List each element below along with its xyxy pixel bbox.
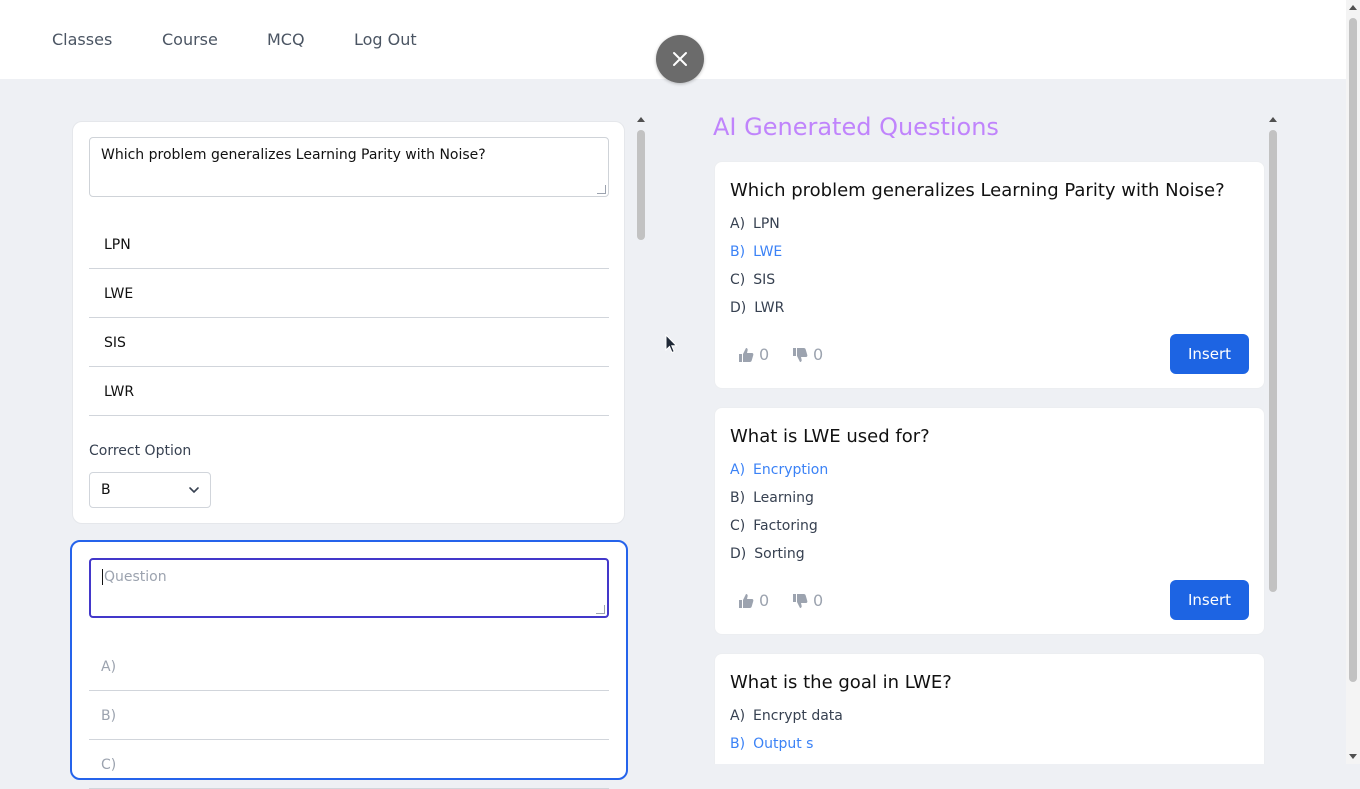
dislike-count: 0: [813, 345, 824, 364]
ai-option: D) Sorting: [730, 546, 805, 562]
left-panel-scrollbar[interactable]: [635, 112, 649, 764]
mouse-pointer-icon: [665, 334, 678, 354]
question-placeholder: Question: [104, 569, 167, 585]
insert-button[interactable]: Insert: [1170, 580, 1249, 620]
scroll-up-arrow-icon[interactable]: [637, 117, 645, 122]
option-field-d[interactable]: LWR: [89, 368, 609, 416]
new-question-textarea[interactable]: Question: [89, 558, 609, 618]
ai-option: D) LWR: [730, 300, 785, 316]
chevron-down-icon: [189, 487, 199, 494]
new-option-field-a[interactable]: A): [89, 643, 609, 691]
scroll-up-arrow-icon[interactable]: [1349, 5, 1357, 10]
ai-option-correct: A) Encryption: [730, 462, 829, 478]
nav-mcq[interactable]: MCQ: [267, 30, 305, 50]
text-caret: [102, 569, 103, 585]
thumbs-up-icon: [739, 347, 754, 362]
option-field-b[interactable]: LWE: [89, 270, 609, 318]
dislike-count: 0: [813, 591, 824, 610]
close-button[interactable]: [656, 35, 704, 83]
ai-question-card: Which problem generalizes Learning Parit…: [714, 161, 1265, 389]
ai-question-card: What is LWE used for? A) Encryption B) Lea…: [714, 407, 1265, 635]
ai-question-title: Which problem generalizes Learning Parit…: [730, 180, 1225, 201]
ai-question-title: What is the goal in LWE?: [730, 672, 952, 693]
dislike-button[interactable]: 0: [792, 591, 823, 610]
scrollbar-thumb[interactable]: [637, 130, 645, 240]
new-option-field-c[interactable]: C): [89, 741, 609, 789]
question-text: Which problem generalizes Learning Parit…: [101, 147, 486, 163]
ai-option-correct: B) LWE: [730, 244, 783, 260]
thumbs-down-icon: [793, 593, 808, 608]
correct-option-label: Correct Option: [89, 443, 192, 459]
page-scrollbar[interactable]: [1346, 0, 1360, 764]
like-button[interactable]: 0: [738, 591, 769, 610]
scrollbar-thumb[interactable]: [1269, 130, 1277, 592]
like-button[interactable]: 0: [738, 345, 769, 364]
new-option-field-b[interactable]: B): [89, 692, 609, 740]
ai-option: A) LPN: [730, 216, 780, 232]
scroll-down-arrow-icon[interactable]: [1349, 754, 1357, 759]
ai-question-card: What is the goal in LWE? A) Encrypt data …: [714, 653, 1265, 764]
question-textarea[interactable]: Which problem generalizes Learning Parit…: [89, 137, 609, 197]
question-editor-card: Which problem generalizes Learning Parit…: [72, 121, 625, 524]
scrollbar-thumb[interactable]: [1349, 18, 1357, 682]
nav-course[interactable]: Course: [162, 30, 218, 50]
nav-classes[interactable]: Classes: [52, 30, 112, 50]
close-icon: [673, 52, 687, 66]
correct-option-value: B: [101, 482, 111, 498]
thumbs-up-icon: [739, 593, 754, 608]
nav-logout[interactable]: Log Out: [354, 30, 417, 50]
right-panel-scrollbar[interactable]: [1266, 112, 1280, 764]
like-count: 0: [759, 591, 770, 610]
ai-option: C) SIS: [730, 272, 776, 288]
resize-handle[interactable]: [597, 185, 606, 194]
thumbs-down-icon: [793, 347, 808, 362]
ai-option-correct: B) Output s: [730, 736, 814, 752]
ai-panel-title: AI Generated Questions: [713, 113, 999, 141]
insert-button[interactable]: Insert: [1170, 334, 1249, 374]
ai-option: C) Factoring: [730, 518, 818, 534]
option-field-a[interactable]: LPN: [89, 221, 609, 269]
dislike-button[interactable]: 0: [792, 345, 823, 364]
ai-option: B) Learning: [730, 490, 814, 506]
option-field-c[interactable]: SIS: [89, 319, 609, 367]
like-count: 0: [759, 345, 770, 364]
scroll-up-arrow-icon[interactable]: [1269, 117, 1277, 122]
ai-question-title: What is LWE used for?: [730, 426, 930, 447]
new-question-card: Question A) B) C): [70, 540, 628, 789]
resize-handle[interactable]: [596, 605, 605, 614]
ai-option: A) Encrypt data: [730, 708, 843, 724]
correct-option-select[interactable]: B: [89, 472, 211, 508]
